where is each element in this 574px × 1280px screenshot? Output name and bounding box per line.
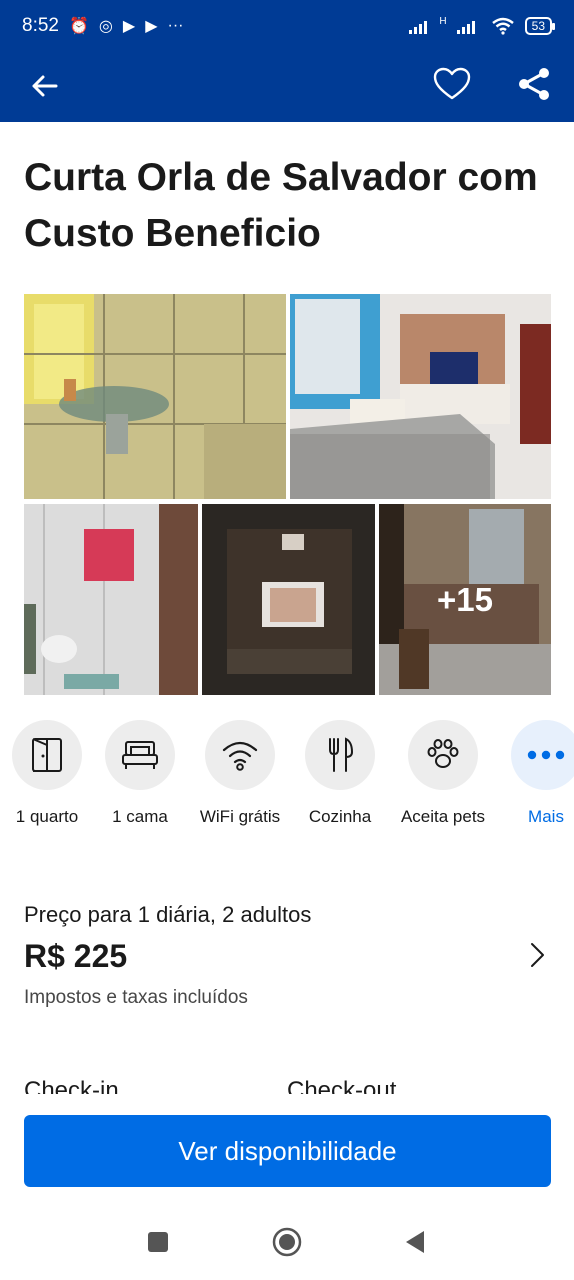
check-availability-button[interactable]: Ver disponibilidade [24, 1115, 551, 1187]
signal-icon [456, 21, 475, 34]
signal-icon [409, 21, 428, 34]
play-icon: ▶ [145, 18, 158, 35]
wifi-status-icon [491, 17, 514, 35]
home-button[interactable] [267, 1222, 307, 1262]
facility-label: 1 quarto [15, 807, 79, 826]
dates-row[interactable]: Check-in Check-out [24, 1074, 554, 1094]
checkin-label: Check-in [24, 1077, 119, 1094]
status-left: 8:52 ⏰ ◎ ▶ ▶ ··· [22, 15, 183, 37]
paw-icon [427, 739, 459, 768]
more-icon [527, 750, 565, 760]
photo-living-room[interactable] [290, 294, 551, 499]
photo-more[interactable]: +15 [379, 504, 551, 695]
back-nav-button[interactable] [395, 1222, 435, 1262]
back-triangle-icon [406, 1231, 424, 1253]
checkout-label: Check-out [287, 1077, 397, 1094]
heart-icon [433, 67, 471, 100]
facility-icon-circle [408, 720, 478, 790]
share-icon [519, 68, 549, 100]
chevron-right-icon[interactable] [527, 940, 549, 970]
page-title: Curta Orla de Salvador com Custo Benefic… [24, 156, 538, 255]
photo-image [202, 504, 375, 695]
status-right: H 53 [409, 15, 556, 35]
battery-icon: 53 [524, 17, 556, 35]
facility-label: Cozinha [308, 807, 372, 826]
app-bar [0, 52, 574, 122]
share-button[interactable] [512, 62, 556, 106]
square-icon [148, 1232, 168, 1252]
facility-more[interactable]: Mais [496, 720, 574, 840]
facility-wifi[interactable]: WiFi grátis [190, 720, 290, 840]
facility-kitchen[interactable]: Cozinha [290, 720, 390, 840]
wifi-icon [222, 741, 258, 771]
photo-tv-wall[interactable] [202, 504, 375, 695]
arrow-left-icon [32, 75, 58, 97]
photo-bathroom-sink[interactable] [24, 294, 286, 499]
play-icon: ▶ [122, 18, 136, 35]
facility-label: WiFi grátis [199, 807, 281, 826]
recents-button[interactable] [138, 1222, 178, 1262]
facility-label: Aceita pets [400, 807, 486, 826]
price-caption: Preço para 1 diária, 2 adultos [24, 902, 312, 927]
alarm-icon: ⏰ [68, 18, 89, 35]
facility-icon-circle [305, 720, 375, 790]
photo-image [290, 294, 551, 499]
facility-label: 1 cama [112, 807, 168, 826]
facility-label: Mais [528, 807, 564, 826]
more-dots-icon: ··· [167, 17, 184, 34]
utensils-icon [329, 737, 354, 772]
price-taxes: Impostos e taxas incluídos [24, 987, 248, 1008]
price-block[interactable]: Preço para 1 diária, 2 adultos R$ 225 Im… [24, 902, 554, 1009]
favorite-button[interactable] [430, 62, 474, 106]
facility-icon-circle [12, 720, 82, 790]
instagram-icon: ◎ [98, 18, 113, 35]
system-nav-bar [0, 1200, 574, 1280]
more-photos-overlay[interactable]: +15 [379, 504, 551, 695]
photo-image [24, 504, 198, 695]
home-circle-icon [272, 1227, 302, 1257]
more-photos-count: +15 [437, 580, 493, 618]
door-icon [32, 738, 62, 772]
facility-pets[interactable]: Aceita pets [393, 720, 493, 840]
price-value: R$ 225 [24, 938, 128, 974]
facility-icon-circle [205, 720, 275, 790]
facility-bed[interactable]: 1 cama [90, 720, 190, 840]
back-button[interactable] [24, 66, 64, 106]
facility-icon-circle [511, 720, 574, 790]
status-time: 8:52 [22, 15, 59, 36]
bed-icon [122, 741, 158, 769]
facility-bedroom[interactable]: 1 quarto [0, 720, 97, 840]
facility-icon-circle [105, 720, 175, 790]
network-type: H [439, 15, 447, 27]
photo-image [24, 294, 286, 499]
status-bar: 8:52 ⏰ ◎ ▶ ▶ ··· H 53 [0, 0, 574, 52]
photo-bathroom-shower[interactable] [24, 504, 198, 695]
